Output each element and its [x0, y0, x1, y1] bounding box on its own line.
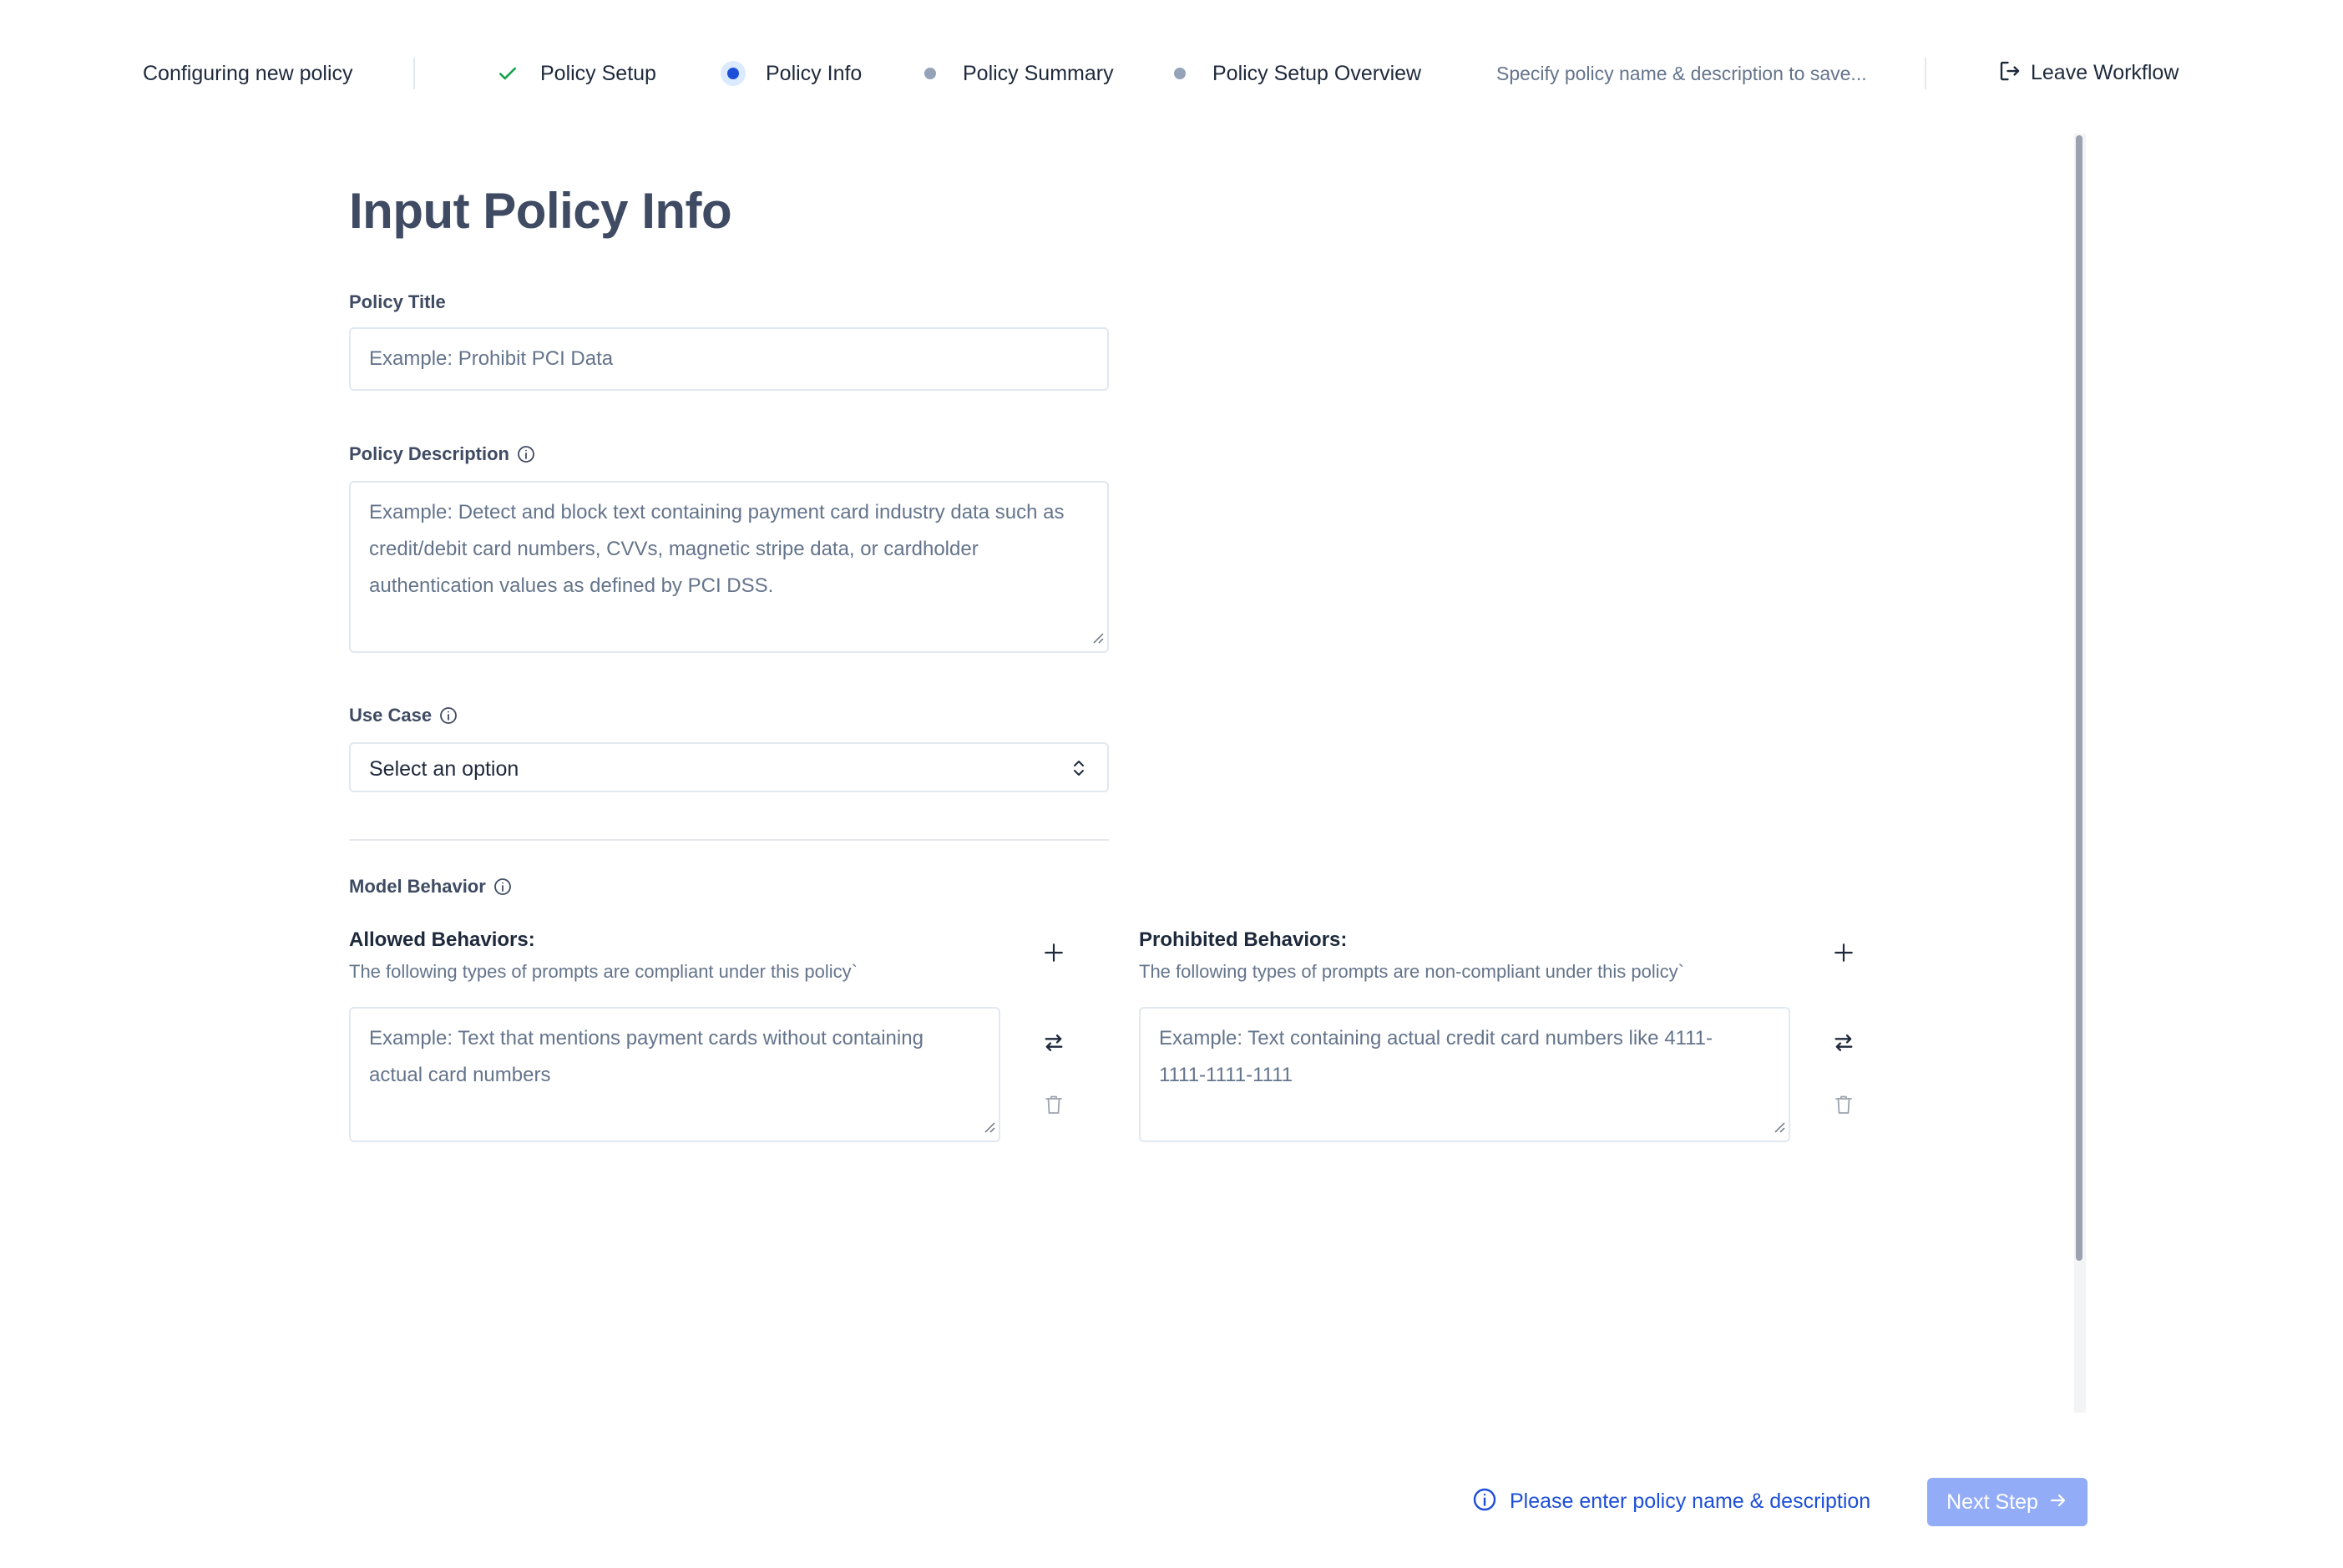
allowed-behaviors-description: The following types of prompts are compl…: [349, 961, 858, 982]
allowed-behaviors-title: Allowed Behaviors:: [349, 928, 535, 951]
workflow-title: Configuring new policy: [143, 62, 353, 85]
validation-hint: Please enter policy name & description: [1471, 1485, 1870, 1518]
prohibited-behavior-placeholder: Example: Text containing actual credit c…: [1159, 1027, 1713, 1086]
step-label: Policy Summary: [963, 62, 1114, 85]
resize-handle-icon[interactable]: [1091, 630, 1104, 648]
pending-step-dot-icon: [1166, 59, 1194, 88]
next-step-label: Next Step: [1946, 1490, 2038, 1514]
prohibited-behaviors-description: The following types of prompts are non-c…: [1139, 961, 1684, 982]
step-label: Policy Info: [766, 62, 863, 85]
prohibited-behaviors-title: Prohibited Behaviors:: [1139, 928, 1348, 951]
policy-title-label: Policy Title: [349, 291, 446, 314]
use-case-select[interactable]: Select an option: [349, 742, 1109, 792]
use-case-label: Use Case: [349, 704, 458, 727]
arrow-right-icon: [2048, 1490, 2068, 1515]
policy-description-label-text: Policy Description: [349, 443, 509, 464]
chevron-up-down-icon: [1069, 757, 1089, 783]
resize-handle-icon[interactable]: [982, 1120, 995, 1137]
info-icon[interactable]: [516, 444, 536, 464]
header-divider: [1925, 58, 1926, 89]
header-divider: [413, 58, 415, 89]
step-policy-setup-overview[interactable]: Policy Setup Overview: [1166, 58, 1421, 89]
model-behavior-label: Model Behavior: [349, 875, 513, 898]
workflow-header: Configuring new policy Policy Setup Poli…: [0, 0, 2343, 147]
section-divider: [349, 839, 1109, 841]
plus-icon: [1043, 942, 1065, 968]
move-to-allowed-button[interactable]: [1827, 1028, 1860, 1061]
trash-icon: [1834, 1094, 1854, 1120]
add-prohibited-behavior-button[interactable]: [1827, 938, 1860, 971]
plus-icon: [1833, 942, 1855, 968]
model-behavior-label-text: Model Behavior: [349, 876, 486, 897]
move-to-prohibited-button[interactable]: [1037, 1028, 1070, 1061]
policy-title-placeholder: Example: Prohibit PCI Data: [369, 347, 614, 370]
policy-title-input[interactable]: Example: Prohibit PCI Data: [349, 327, 1109, 391]
page-title: Input Policy Info: [349, 183, 732, 239]
save-hint: Specify policy name & description to sav…: [1496, 63, 1867, 84]
prohibited-behavior-textarea[interactable]: Example: Text containing actual credit c…: [1139, 1007, 1790, 1142]
scrollbar-thumb[interactable]: [2076, 135, 2082, 1261]
leave-workflow-button[interactable]: Leave Workflow: [1997, 57, 2179, 89]
policy-description-textarea[interactable]: Example: Detect and block text containin…: [349, 481, 1109, 653]
policy-description-label: Policy Description: [349, 443, 536, 466]
use-case-label-text: Use Case: [349, 705, 433, 726]
step-policy-summary[interactable]: Policy Summary: [916, 58, 1114, 89]
policy-description-placeholder: Example: Detect and block text containin…: [369, 501, 1065, 597]
info-icon[interactable]: [493, 877, 513, 897]
delete-prohibited-behavior-button[interactable]: [1827, 1090, 1860, 1123]
swap-arrows-icon: [1042, 1031, 1065, 1059]
next-step-button[interactable]: Next Step: [1927, 1478, 2087, 1526]
policy-title-label-text: Policy Title: [349, 291, 446, 312]
step-label: Policy Setup Overview: [1212, 62, 1422, 85]
active-step-dot-icon: [719, 59, 747, 88]
check-icon: [493, 59, 522, 88]
step-label: Policy Setup: [540, 62, 656, 85]
leave-workflow-label: Leave Workflow: [2031, 60, 2179, 84]
resize-handle-icon[interactable]: [1772, 1120, 1785, 1137]
add-allowed-behavior-button[interactable]: [1037, 938, 1070, 971]
allowed-behavior-textarea[interactable]: Example: Text that mentions payment card…: [349, 1007, 1000, 1142]
pending-step-dot-icon: [916, 59, 944, 88]
info-icon[interactable]: [438, 706, 458, 726]
swap-arrows-icon: [1832, 1031, 1855, 1059]
allowed-behavior-placeholder: Example: Text that mentions payment card…: [369, 1027, 924, 1086]
validation-hint-text: Please enter policy name & description: [1510, 1489, 1871, 1513]
exit-icon: [1997, 58, 2022, 88]
step-policy-info[interactable]: Policy Info: [719, 58, 862, 89]
info-icon: [1471, 1486, 1498, 1517]
step-policy-setup[interactable]: Policy Setup: [493, 58, 656, 89]
trash-icon: [1044, 1094, 1064, 1120]
use-case-selected-value: Select an option: [369, 757, 519, 781]
delete-allowed-behavior-button[interactable]: [1037, 1090, 1070, 1123]
